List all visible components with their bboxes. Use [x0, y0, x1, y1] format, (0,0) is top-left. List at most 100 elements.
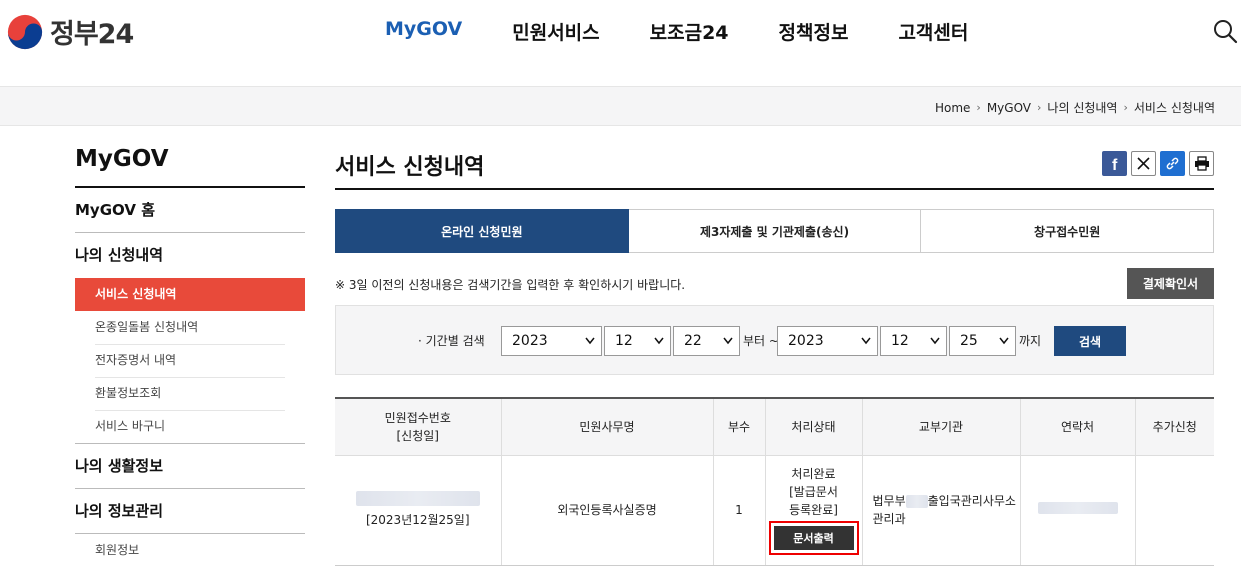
site-logo[interactable]: 정부24	[6, 12, 134, 51]
share-toolbar: f	[1098, 151, 1214, 176]
cell-service-name: 외국인등록사실증명	[500, 455, 713, 566]
chevron-right-icon: ›	[1037, 101, 1042, 114]
sidebar-item-mygov-home[interactable]: MyGOV 홈	[75, 188, 305, 233]
breadcrumb-home[interactable]: Home	[935, 101, 970, 115]
col-status: 처리상태	[764, 397, 862, 456]
link-icon[interactable]	[1160, 151, 1185, 176]
nav-policy[interactable]: 정책정보	[779, 18, 849, 45]
sidebar: MyGOV MyGOV 홈 나의 신청내역 서비스 신청내역 온종일돌봄 신청내…	[75, 146, 305, 567]
table-row: [2023년12월25일] 외국인등록사실증명 1 처리완료 [발급문서 등록완…	[335, 455, 1214, 566]
facebook-icon[interactable]: f	[1102, 151, 1127, 176]
breadcrumb-mygov[interactable]: MyGOV	[987, 101, 1031, 115]
tab-counter-apply[interactable]: 창구접수민원	[921, 209, 1215, 253]
col-apply-date-label: [신청일]	[396, 428, 439, 443]
to-year-select[interactable]: 2023	[777, 326, 878, 356]
from-year-select[interactable]: 2023	[501, 326, 602, 356]
nav-civil-service[interactable]: 민원서비스	[512, 18, 599, 45]
logo-text: 정부24	[50, 19, 134, 50]
cell-receipt: [2023년12월25일]	[335, 455, 501, 566]
breadcrumb-bar: Home › MyGOV › 나의 신청내역 › 서비스 신청내역	[0, 86, 1241, 126]
sidebar-item-refund[interactable]: 환불정보조회	[75, 377, 305, 410]
status-text-2: [발급문서	[789, 485, 838, 499]
from-day-value: 22	[684, 333, 702, 349]
breadcrumb-apply-history[interactable]: 나의 신청내역	[1047, 99, 1117, 116]
to-year-value: 2023	[788, 333, 824, 349]
to-day-value: 25	[960, 333, 978, 349]
chevron-down-icon	[930, 337, 940, 345]
cell-extra-apply	[1134, 455, 1214, 566]
chevron-down-icon	[723, 337, 733, 345]
chevron-down-icon	[585, 337, 595, 345]
period-search-label-text: 기간별 검색	[425, 334, 485, 348]
period-search-box: · 기간별 검색 2023 12 22 부터 ~ 2023 12 25 까지 검…	[335, 305, 1214, 375]
cell-count: 1	[712, 455, 765, 566]
to-day-select[interactable]: 25	[949, 326, 1016, 356]
col-count: 부수	[712, 397, 765, 456]
sidebar-item-member-info[interactable]: 회원정보	[75, 534, 305, 567]
sidebar-item-info-manage[interactable]: 나의 정보관리	[75, 489, 305, 534]
site-header: 정부24 MyGOV 민원서비스 보조금24 정책정보 고객센터	[0, 0, 1241, 86]
col-receipt-no: 민원접수번호 [신청일]	[335, 397, 501, 456]
print-highlight: 문서출력	[768, 521, 859, 555]
from-day-select[interactable]: 22	[673, 326, 740, 356]
to-word: 까지	[1019, 334, 1042, 348]
col-service-name: 민원사무명	[500, 397, 713, 456]
tab-bar: 온라인 신청민원 제3자제출 및 기관제출(송신) 창구접수민원	[335, 209, 1215, 253]
breadcrumb-service-history[interactable]: 서비스 신청내역	[1134, 99, 1215, 116]
agency-office: 출입국관리사무소	[927, 494, 1016, 508]
taegeuk-logo-icon	[7, 14, 43, 49]
sidebar-item-care-history[interactable]: 온종일돌봄 신청내역	[75, 311, 305, 344]
notice-text: ※ 3일 이전의 신청내용은 검색기간을 입력한 후 확인하시기 바랍니다.	[335, 278, 686, 292]
print-icon[interactable]	[1189, 151, 1214, 176]
main-content: 서비스 신청내역 f 온라인 신청민원 제3자제출 및 기관제출(송신) 창구접…	[335, 146, 1215, 566]
cell-agency: 법무부 출입국관리사무소 관리과	[861, 455, 1020, 566]
to-month-select[interactable]: 12	[880, 326, 947, 356]
x-icon[interactable]	[1131, 151, 1156, 176]
page-title: 서비스 신청내역	[335, 155, 485, 180]
sidebar-item-apply-history[interactable]: 나의 신청내역	[75, 233, 305, 278]
apply-table: 민원접수번호 [신청일] 민원사무명 부수 처리상태 교부기관 연락처 추가신청 …	[335, 397, 1214, 566]
status-text-3: 등록완료]	[789, 503, 838, 517]
sidebar-item-e-certificate[interactable]: 전자증명서 내역	[75, 344, 305, 377]
status-text: 처리완료	[791, 467, 836, 481]
chevron-down-icon	[999, 337, 1009, 345]
from-word: 부터 ~	[743, 334, 779, 348]
sidebar-sub-apply: 서비스 신청내역 온종일돌봄 신청내역 전자증명서 내역 환불정보조회 서비스 …	[75, 278, 305, 444]
table-header-row: 민원접수번호 [신청일] 민원사무명 부수 처리상태 교부기관 연락처 추가신청	[335, 397, 1214, 456]
redacted-receipt-number	[355, 491, 480, 506]
payment-confirm-button[interactable]: 결제확인서	[1127, 268, 1214, 299]
chevron-down-icon	[654, 337, 664, 345]
chevron-right-icon: ›	[976, 101, 981, 114]
svg-text:f: f	[1112, 157, 1118, 172]
sidebar-item-service-basket[interactable]: 서비스 바구니	[75, 410, 305, 443]
document-print-button[interactable]: 문서출력	[773, 526, 854, 550]
sidebar-item-life-info[interactable]: 나의 생활정보	[75, 444, 305, 489]
redacted-contact	[1037, 502, 1118, 514]
redacted-agency-region	[905, 495, 928, 508]
from-year-value: 2023	[512, 333, 548, 349]
nav-customer-center[interactable]: 고객센터	[898, 18, 968, 45]
agency-ministry: 법무부	[872, 494, 906, 508]
col-agency: 교부기관	[861, 397, 1020, 456]
search-icon[interactable]	[1212, 18, 1238, 44]
tab-third-party[interactable]: 제3자제출 및 기관제출(송신)	[628, 209, 922, 253]
nav-mygov[interactable]: MyGOV	[385, 18, 462, 45]
tab-online-apply[interactable]: 온라인 신청민원	[335, 209, 629, 253]
from-month-select[interactable]: 12	[604, 326, 671, 356]
col-contact: 연락처	[1019, 397, 1135, 456]
chevron-down-icon	[861, 337, 871, 345]
page-title-bar: 서비스 신청내역 f	[335, 146, 1214, 190]
sidebar-title: MyGOV	[75, 146, 305, 188]
chevron-right-icon: ›	[1123, 101, 1128, 114]
col-extra-apply: 추가신청	[1134, 397, 1214, 456]
cell-status: 처리완료 [발급문서 등록완료] 문서출력	[764, 455, 862, 566]
sidebar-sub-info: 회원정보	[75, 534, 305, 567]
breadcrumb: Home › MyGOV › 나의 신청내역 › 서비스 신청내역	[935, 99, 1215, 116]
agency-department: 관리과	[872, 512, 906, 526]
search-button[interactable]: 검색	[1054, 326, 1126, 356]
apply-date: [2023년12월25일]	[365, 513, 470, 527]
nav-subsidy[interactable]: 보조금24	[650, 18, 729, 45]
cell-contact	[1019, 455, 1135, 566]
main-nav: MyGOV 민원서비스 보조금24 정책정보 고객센터	[385, 18, 1018, 45]
sidebar-item-service-history[interactable]: 서비스 신청내역	[75, 278, 305, 311]
